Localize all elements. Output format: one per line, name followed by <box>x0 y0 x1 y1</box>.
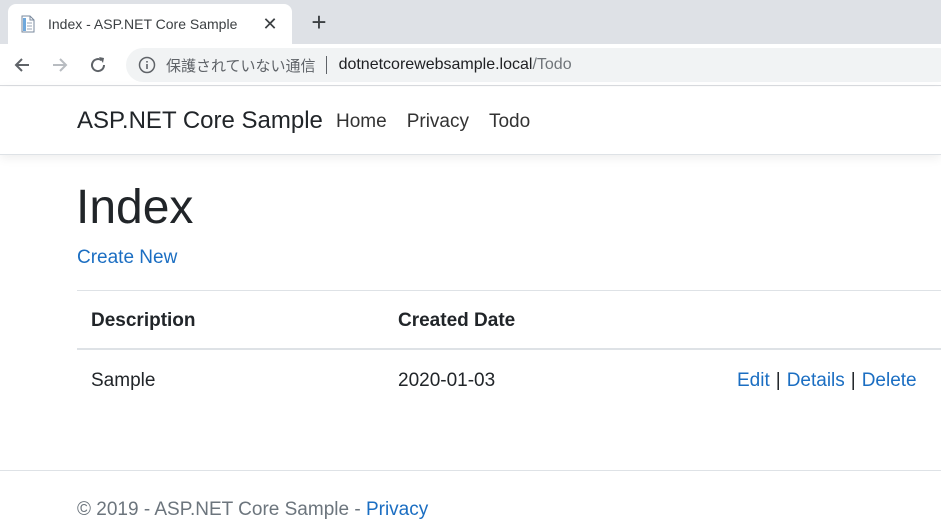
column-header-description: Description <box>91 310 196 331</box>
cell-created-date: 2020-01-03 <box>398 370 496 391</box>
tab-title: Index - ASP.NET Core Sample <box>48 16 238 32</box>
site-navbar: ASP.NET Core Sample Home Privacy Todo <box>0 87 941 155</box>
browser-tabstrip: Index - ASP.NET Core Sample ✕ + <box>0 0 941 44</box>
cell-description: Sample <box>91 370 156 391</box>
navbar-brand[interactable]: ASP.NET Core Sample <box>77 107 323 135</box>
details-link[interactable]: Details <box>787 370 845 391</box>
document-favicon-icon <box>20 15 36 33</box>
column-header-created-date: Created Date <box>398 310 516 331</box>
create-new-link[interactable]: Create New <box>77 247 177 269</box>
footer-copyright: © 2019 - ASP.NET Core Sample - <box>77 499 366 520</box>
todo-table: Description Created Date Sample 2020-01-… <box>77 290 941 412</box>
address-separator <box>325 56 327 74</box>
page-footer: © 2019 - ASP.NET Core Sample - Privacy <box>0 470 941 528</box>
browser-toolbar: 保護されていない通信 dotnetcorewebsample.local/Tod… <box>0 44 941 86</box>
page-title: Index <box>76 181 194 234</box>
action-separator: | <box>775 370 781 391</box>
address-bar[interactable]: 保護されていない通信 dotnetcorewebsample.local/Tod… <box>126 48 941 82</box>
edit-link[interactable]: Edit <box>737 370 770 391</box>
reload-icon[interactable] <box>84 51 112 79</box>
plus-icon[interactable]: + <box>306 9 332 36</box>
browser-tab-active[interactable]: Index - ASP.NET Core Sample ✕ <box>8 4 292 44</box>
url-text[interactable]: dotnetcorewebsample.local/Todo <box>339 56 572 74</box>
url-host: dotnetcorewebsample.local <box>338 56 533 73</box>
nav-link-todo[interactable]: Todo <box>489 111 530 133</box>
back-arrow-icon[interactable] <box>8 51 36 79</box>
footer-text: © 2019 - ASP.NET Core Sample - Privacy <box>77 499 428 521</box>
table-header: Description Created Date <box>77 290 941 350</box>
url-path: /Todo <box>532 56 572 73</box>
navbar-links: Home Privacy Todo <box>336 111 550 133</box>
action-separator: | <box>850 370 856 391</box>
nav-link-privacy[interactable]: Privacy <box>407 111 469 133</box>
info-icon[interactable] <box>138 56 156 74</box>
footer-privacy-link[interactable]: Privacy <box>366 499 428 520</box>
close-icon[interactable]: ✕ <box>260 14 280 34</box>
delete-link[interactable]: Delete <box>862 370 917 391</box>
row-actions: Edit | Details | Delete <box>737 370 917 392</box>
nav-link-home[interactable]: Home <box>336 111 387 133</box>
security-status-label: 保護されていない通信 <box>166 57 316 75</box>
forward-arrow-icon[interactable] <box>46 51 74 79</box>
table-row: Sample 2020-01-03 Edit | Details | Delete <box>77 350 941 412</box>
